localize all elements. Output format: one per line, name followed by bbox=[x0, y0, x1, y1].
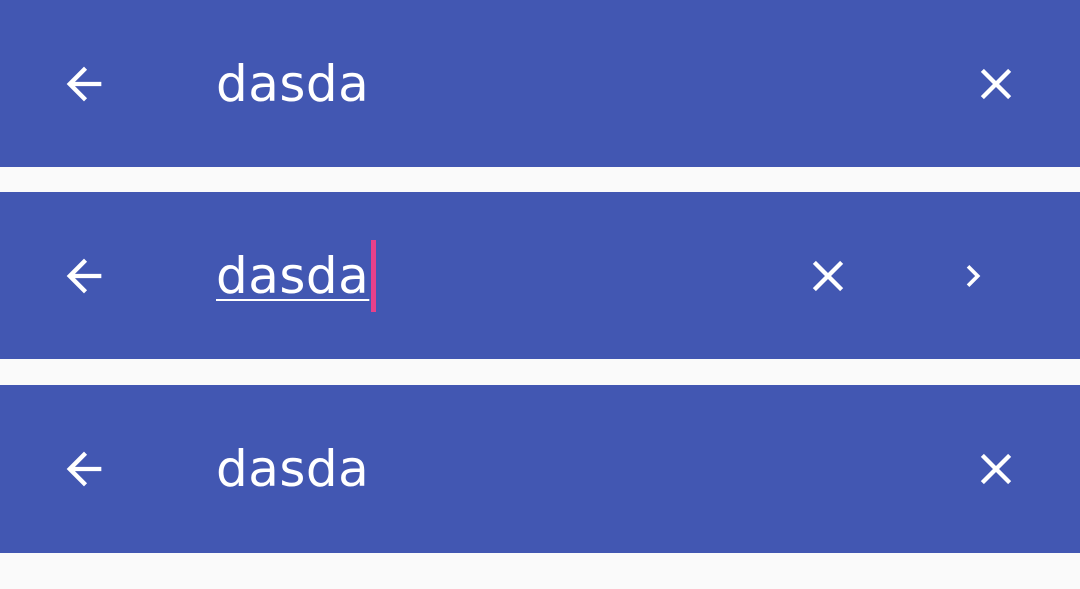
arrow-left-icon bbox=[66, 451, 102, 487]
close-icon bbox=[980, 453, 1012, 485]
search-input[interactable]: dasda bbox=[216, 192, 377, 359]
search-query-text[interactable]: dasda bbox=[216, 385, 369, 553]
back-button[interactable] bbox=[36, 0, 132, 167]
search-bar-2: dasda bbox=[0, 192, 1080, 359]
search-bar-3: dasda bbox=[0, 385, 1080, 553]
search-query-text[interactable]: dasda bbox=[216, 0, 369, 167]
search-bar-1: dasda bbox=[0, 0, 1080, 167]
chevron-right-icon bbox=[966, 264, 981, 287]
close-icon bbox=[980, 68, 1012, 99]
back-button[interactable] bbox=[36, 192, 132, 359]
search-input-value: dasda bbox=[216, 246, 370, 305]
text-caret bbox=[371, 239, 377, 312]
close-icon bbox=[812, 260, 844, 291]
clear-button[interactable] bbox=[780, 192, 876, 359]
arrow-left-icon bbox=[66, 258, 102, 293]
back-button[interactable] bbox=[36, 385, 132, 553]
arrow-left-icon bbox=[66, 66, 102, 101]
clear-button[interactable] bbox=[948, 385, 1044, 553]
clear-button[interactable] bbox=[948, 0, 1044, 167]
submit-button[interactable] bbox=[925, 192, 1021, 359]
